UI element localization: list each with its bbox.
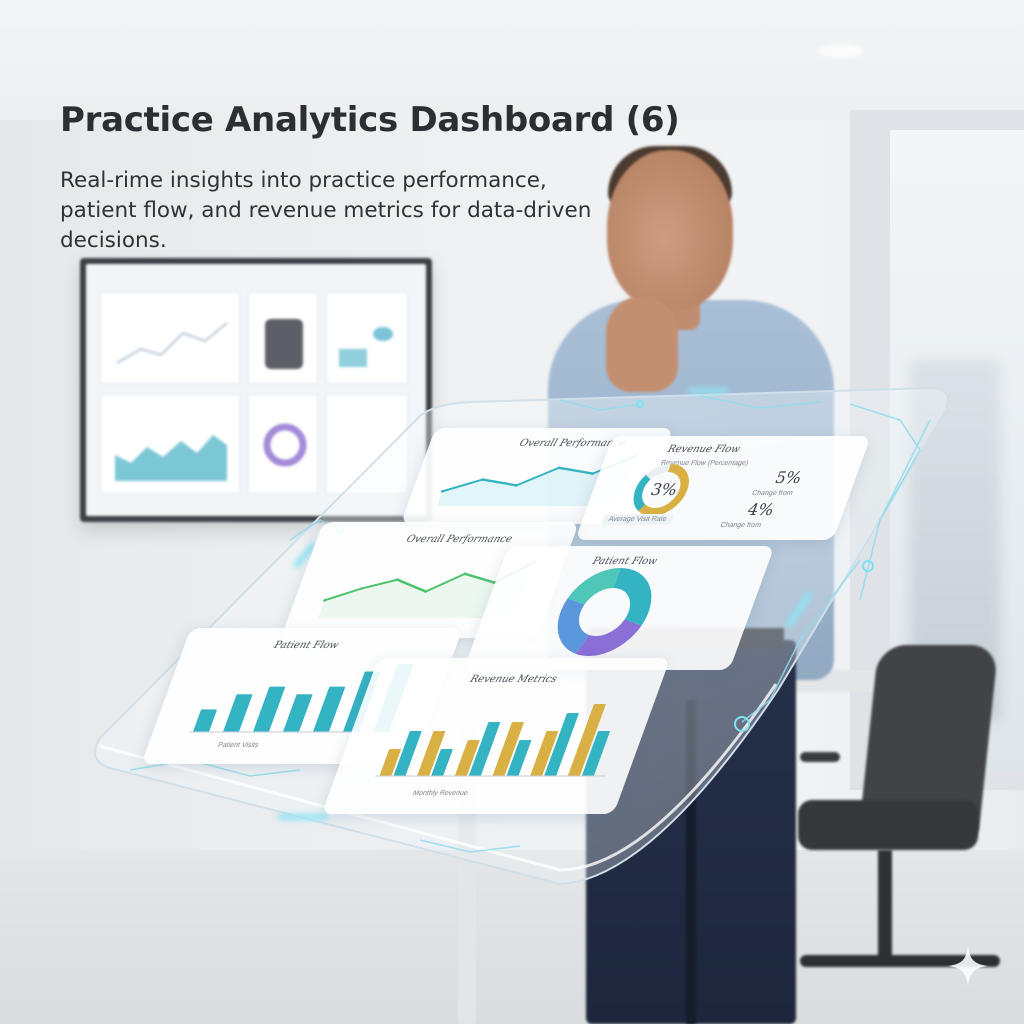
sparkle-icon bbox=[948, 946, 988, 986]
bar bbox=[506, 740, 532, 776]
data-point bbox=[424, 590, 428, 593]
table-leg bbox=[458, 720, 476, 1024]
series-line bbox=[324, 561, 535, 602]
bar bbox=[492, 722, 524, 776]
person-belt bbox=[588, 628, 784, 648]
wall-tile bbox=[326, 292, 408, 384]
floor bbox=[0, 850, 1024, 1024]
overall-performance-card-main[interactable]: Overall Performance bbox=[280, 522, 580, 638]
wall-tile bbox=[248, 394, 318, 494]
card-title: Overall Performance bbox=[404, 534, 514, 545]
wall-tile bbox=[100, 292, 240, 384]
bar bbox=[379, 749, 401, 776]
data-point bbox=[515, 484, 519, 487]
person-head bbox=[607, 150, 733, 310]
data-point bbox=[481, 478, 485, 481]
data-point bbox=[463, 572, 467, 576]
chart-footer: Patient Visits bbox=[216, 742, 260, 749]
scene: Practice Analytics Dashboard (6) Real-ri… bbox=[0, 0, 1024, 1024]
office-chair-seat bbox=[798, 800, 978, 850]
bar bbox=[223, 694, 253, 732]
data-point bbox=[360, 587, 364, 590]
office-chair-post bbox=[878, 850, 892, 960]
card-title: Patient Flow bbox=[272, 640, 341, 651]
area-fill bbox=[318, 562, 535, 618]
wall-monitor-screen bbox=[86, 264, 426, 516]
data-point bbox=[440, 489, 444, 493]
patient-flow-bars-card[interactable]: Patient Flow Patient Visits bbox=[141, 628, 463, 764]
wall-tile bbox=[100, 394, 240, 494]
data-point bbox=[395, 578, 399, 582]
wall-tile bbox=[326, 394, 408, 494]
bar bbox=[393, 731, 422, 776]
overall-performance-area-chart bbox=[318, 560, 537, 618]
bar bbox=[544, 713, 579, 776]
data-point bbox=[323, 598, 327, 602]
bar bbox=[431, 749, 453, 776]
data-point bbox=[492, 581, 496, 585]
patient-flow-bar-chart bbox=[188, 664, 414, 733]
wall-tile bbox=[248, 292, 318, 384]
bar bbox=[193, 709, 217, 733]
office-chair-arm bbox=[800, 752, 840, 762]
bar bbox=[343, 671, 381, 732]
bar bbox=[530, 731, 559, 776]
ceiling-light bbox=[818, 44, 864, 58]
bar bbox=[373, 664, 414, 732]
page-subtitle: Real-rime insights into practice perform… bbox=[60, 168, 592, 253]
page-title: Practice Analytics Dashboard (6) bbox=[60, 100, 680, 140]
bar bbox=[283, 694, 313, 732]
person-torso bbox=[548, 300, 834, 680]
wall-monitor bbox=[80, 258, 432, 522]
card-title: Revenue Metrics bbox=[468, 674, 559, 685]
bar bbox=[253, 686, 286, 732]
bar bbox=[313, 686, 346, 732]
person-hand bbox=[606, 296, 678, 392]
data-point bbox=[533, 560, 537, 564]
person-legs-gap bbox=[686, 700, 696, 1024]
bar bbox=[417, 731, 446, 776]
